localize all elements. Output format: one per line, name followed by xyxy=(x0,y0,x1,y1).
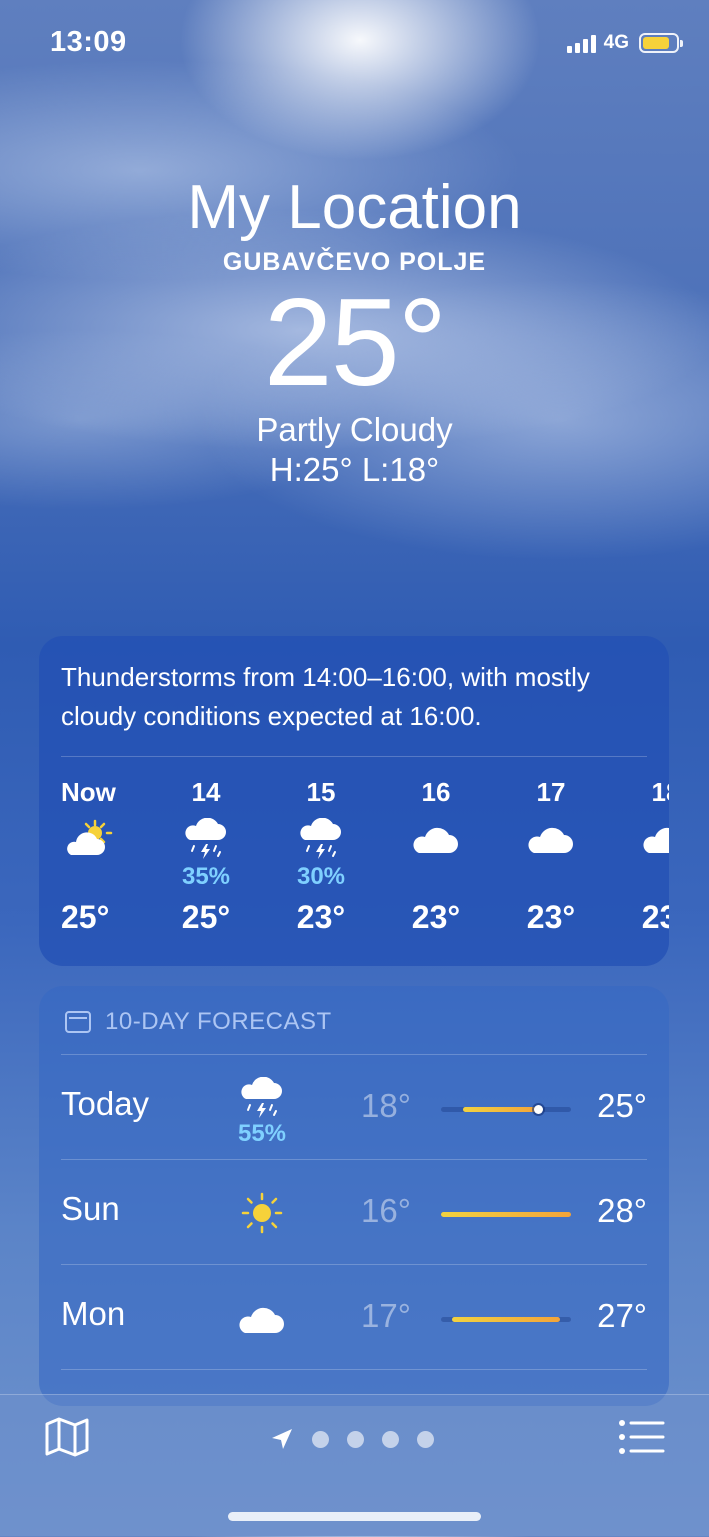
temperature-range-fill xyxy=(441,1212,571,1217)
hour-temp: 25° xyxy=(181,899,231,935)
temperature-range-bar xyxy=(441,1105,571,1114)
temperature-range-bar xyxy=(441,1212,571,1217)
day-name: Mon xyxy=(61,1295,126,1332)
hour-item: 18 23° xyxy=(621,777,669,936)
high-low: H:25° L:18° xyxy=(269,451,440,488)
hour-precip xyxy=(391,863,481,891)
current-conditions: My Location GUBAVČEVO POLJE 25° Partly C… xyxy=(0,170,709,489)
hour-precip xyxy=(621,863,669,891)
forecast-summary: Thunderstorms from 14:00–16:00, with mos… xyxy=(61,662,590,731)
network-type: 4G xyxy=(603,32,629,53)
sun-icon xyxy=(229,1192,295,1235)
thunderstorm-icon xyxy=(276,815,366,863)
battery-icon xyxy=(639,33,683,53)
hour-label: 15 xyxy=(306,777,336,807)
hour-precip: 35% xyxy=(181,863,231,890)
day-low: 17° xyxy=(361,1297,411,1334)
thunderstorm-icon: 55% xyxy=(229,1076,295,1148)
hour-label: Now xyxy=(61,777,116,807)
forecast-row[interactable]: Sun 16° 28° xyxy=(39,1160,669,1264)
hour-label: 14 xyxy=(191,777,221,807)
temperature-range-fill xyxy=(462,1107,539,1112)
day-high: 28° xyxy=(597,1192,647,1229)
day-low: 18° xyxy=(361,1087,411,1124)
calendar-icon xyxy=(65,1011,91,1033)
hour-item: 14 35% 25° xyxy=(161,777,251,936)
map-icon xyxy=(45,1417,89,1457)
temperature-range-bar xyxy=(441,1317,571,1322)
hour-temp: 23° xyxy=(296,899,346,935)
hour-precip: 30% xyxy=(296,863,346,890)
forecast-header: 10-DAY FORECAST xyxy=(39,986,669,1054)
hour-label: 18 xyxy=(651,777,669,807)
thunderstorm-icon xyxy=(161,815,251,863)
cloud-icon xyxy=(391,815,481,863)
day-name: Sun xyxy=(61,1190,120,1227)
hour-temp: 23° xyxy=(641,899,669,935)
status-indicators: 4G xyxy=(566,32,683,54)
hour-item: 15 30% 23° xyxy=(276,777,366,936)
partly-cloudy-day-icon xyxy=(61,815,151,863)
hour-temp: 23° xyxy=(526,899,576,935)
hour-item: 17 23° xyxy=(506,777,596,936)
location-place: GUBAVČEVO POLJE xyxy=(222,248,487,276)
hour-temp: 25° xyxy=(61,899,110,935)
hour-precip xyxy=(506,863,596,891)
hour-temp: 23° xyxy=(411,899,461,935)
hourly-scroll[interactable]: Now 25° 14 35% 25° 15 30% 23° 16 23° 17 … xyxy=(39,757,669,957)
hour-precip xyxy=(61,863,151,891)
location-arrow-icon xyxy=(272,1429,292,1449)
day-low: 16° xyxy=(361,1192,411,1229)
divider xyxy=(61,1369,647,1370)
home-indicator[interactable] xyxy=(228,1512,481,1521)
location-title: My Location xyxy=(187,173,522,242)
page-dot[interactable] xyxy=(347,1430,364,1448)
hour-label: 17 xyxy=(536,777,566,807)
status-bar: 13:09 4G xyxy=(0,0,709,88)
hour-label: 16 xyxy=(421,777,451,807)
hour-item: Now 25° xyxy=(61,777,151,936)
list-icon xyxy=(619,1420,665,1454)
page-dot[interactable] xyxy=(417,1430,434,1448)
ten-day-forecast-card[interactable]: 10-DAY FORECAST Today 55% 18° 25° Sun 16… xyxy=(39,986,669,1406)
page-indicator[interactable] xyxy=(270,1427,434,1451)
forecast-row[interactable]: Today 55% 18° 25° xyxy=(39,1055,669,1159)
day-precip: 55% xyxy=(237,1120,287,1147)
day-high: 25° xyxy=(597,1087,647,1124)
cellular-signal-icon xyxy=(566,33,596,53)
hour-item: 16 23° xyxy=(391,777,481,936)
page-dot[interactable] xyxy=(312,1430,329,1448)
map-button[interactable] xyxy=(44,1417,90,1457)
page-dot[interactable] xyxy=(382,1430,399,1448)
status-time: 13:09 xyxy=(50,26,127,58)
day-name: Today xyxy=(61,1085,150,1122)
forecast-row[interactable]: Mon 17° 27° xyxy=(39,1265,669,1369)
temperature-range-fill xyxy=(451,1317,561,1322)
hourly-forecast-card[interactable]: Thunderstorms from 14:00–16:00, with mos… xyxy=(39,636,669,966)
location-list-button[interactable] xyxy=(619,1419,665,1455)
cloud-icon xyxy=(229,1303,295,1336)
cloud-icon xyxy=(621,815,669,863)
current-temperature: 25° xyxy=(263,274,448,412)
forecast-header-label: 10-DAY FORECAST xyxy=(105,1008,332,1035)
current-temperature-dot xyxy=(533,1105,543,1114)
current-condition: Partly Cloudy xyxy=(256,411,453,448)
cloud-icon xyxy=(506,815,596,863)
day-high: 27° xyxy=(597,1297,647,1334)
